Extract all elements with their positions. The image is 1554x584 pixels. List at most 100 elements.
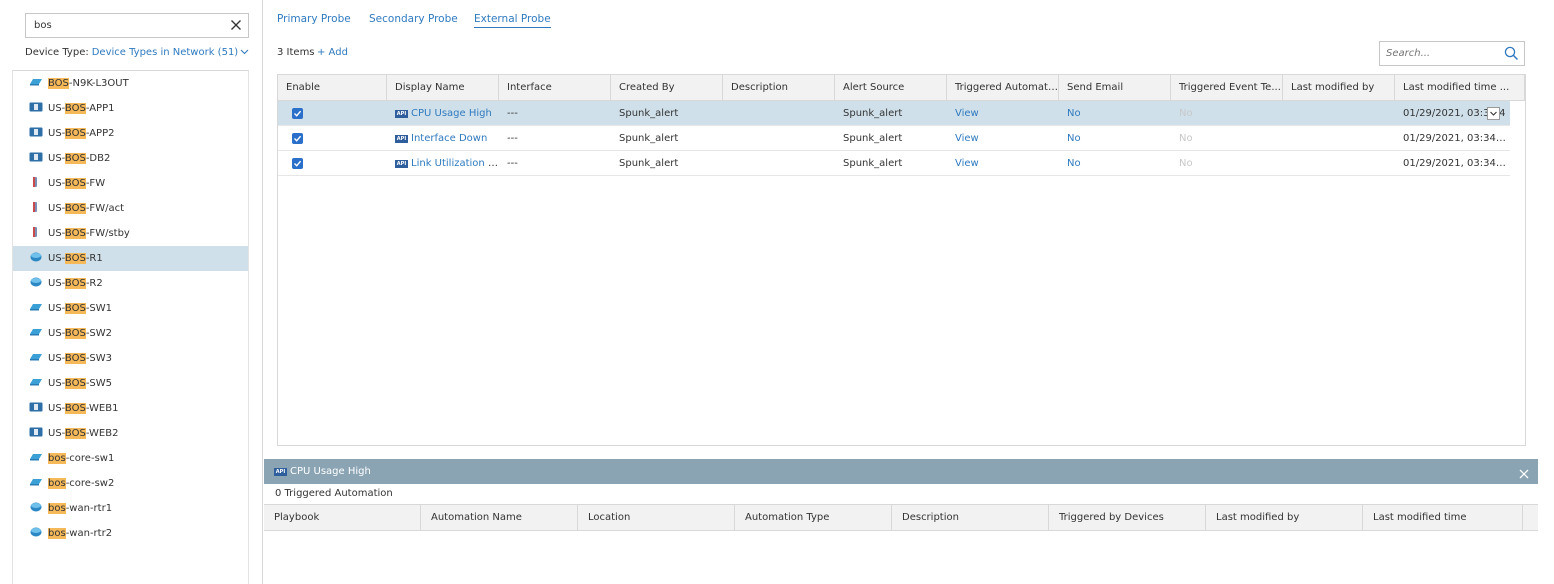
column-header[interactable]: Triggered Automati... <box>947 75 1059 101</box>
device-item[interactable]: US-BOS-SW3 <box>13 346 248 371</box>
router-icon <box>29 497 43 512</box>
automation-column-header[interactable]: Automation Type <box>735 505 892 531</box>
device-item[interactable]: US-BOS-APP2 <box>13 121 248 146</box>
interface-cell: --- <box>507 108 518 119</box>
column-header[interactable]: Last modified time ... <box>1395 75 1525 101</box>
api-badge: API <box>395 160 408 168</box>
send-email-cell[interactable]: No <box>1059 151 1171 176</box>
column-header[interactable]: Triggered Event Te... <box>1171 75 1283 101</box>
device-name-prefix: US- <box>48 378 65 389</box>
search-icon[interactable] <box>1504 46 1519 61</box>
automation-column-header[interactable]: Location <box>578 505 735 531</box>
tab-external-probe[interactable]: External Probe <box>474 13 551 28</box>
display-name-cell[interactable]: API Link Utilization H... <box>387 151 499 176</box>
device-type-dropdown[interactable]: Device Types in Network (51) <box>92 47 239 58</box>
device-name-suffix: -core-sw2 <box>65 478 115 489</box>
router-icon <box>29 272 43 287</box>
device-item[interactable]: US-BOS-FW <box>13 171 248 196</box>
device-search-input[interactable] <box>26 14 216 37</box>
device-item[interactable]: US-BOS-WEB2 <box>13 421 248 446</box>
device-item[interactable]: US-BOS-R1 <box>13 246 248 271</box>
tab-primary-probe[interactable]: Primary Probe <box>277 13 351 25</box>
device-item[interactable]: US-BOS-DB2 <box>13 146 248 171</box>
device-item[interactable]: US-BOS-FW/stby <box>13 221 248 246</box>
interface-cell: --- <box>507 158 518 169</box>
display-name-cell[interactable]: API Interface Down <box>387 126 499 151</box>
column-header[interactable]: Alert Source <box>835 75 947 101</box>
device-item[interactable]: bos-wan-rtr2 <box>13 521 248 546</box>
device-name-suffix: -DB2 <box>85 153 111 164</box>
device-item[interactable]: bos-wan-rtr1 <box>13 496 248 521</box>
device-panel: Device Type:Device Types in Network (51)… <box>0 0 263 584</box>
chevron-down-icon[interactable] <box>240 47 249 56</box>
device-name-prefix: US- <box>48 428 65 439</box>
close-icon[interactable] <box>228 17 244 33</box>
device-item[interactable]: US-BOS-SW2 <box>13 321 248 346</box>
table-row[interactable]: API CPU Usage High --- Spunk_alert Spunk_ale… <box>278 101 1510 126</box>
add-button[interactable]: + Add <box>317 47 348 58</box>
device-name-prefix: US- <box>48 203 65 214</box>
device-search-box <box>25 13 249 38</box>
device-item[interactable]: US-BOS-SW5 <box>13 371 248 396</box>
column-header[interactable]: Created By <box>611 75 723 101</box>
device-item[interactable]: bos-core-sw2 <box>13 471 248 496</box>
display-name-cell[interactable]: API CPU Usage High <box>387 101 499 126</box>
device-name-suffix: -WEB1 <box>85 403 119 414</box>
device-type-filter: Device Type: Device Types in Network (51) <box>25 47 249 58</box>
search-highlight: BOS <box>64 278 86 289</box>
enable-checkbox[interactable] <box>292 133 303 144</box>
device-name-suffix: -R2 <box>85 278 103 289</box>
device-item[interactable]: BOS-N9K-L3OUT <box>13 71 248 96</box>
view-automation-link[interactable]: View <box>947 151 1059 176</box>
switch-icon <box>29 372 43 386</box>
automation-column-header[interactable]: Automation Name <box>421 505 578 531</box>
tab-secondary-probe[interactable]: Secondary Probe <box>369 13 458 25</box>
device-name-suffix: -FW <box>85 178 106 189</box>
device-item[interactable]: US-BOS-R2 <box>13 271 248 296</box>
device-name-suffix: -SW2 <box>85 328 113 339</box>
column-header[interactable]: Enable <box>278 75 387 101</box>
device-item[interactable]: US-BOS-WEB1 <box>13 396 248 421</box>
triggered-automation-count: 0 Triggered Automation <box>275 488 393 499</box>
server-icon <box>29 97 43 112</box>
display-name-link[interactable]: CPU Usage High <box>411 108 492 119</box>
triggered-event-cell: No <box>1179 108 1193 119</box>
device-name-suffix: -APP1 <box>85 103 115 114</box>
server-icon <box>29 397 43 412</box>
device-item[interactable]: US-BOS-FW/act <box>13 196 248 221</box>
column-header[interactable]: Interface <box>499 75 611 101</box>
view-automation-link[interactable]: View <box>947 101 1059 126</box>
automation-column-header[interactable]: Description <box>892 505 1049 531</box>
enable-checkbox[interactable] <box>292 158 303 169</box>
automation-column-header[interactable]: Triggered by Devices <box>1049 505 1206 531</box>
column-header[interactable]: Display Name <box>387 75 499 101</box>
modified-by-cell <box>1283 101 1395 126</box>
table-row[interactable]: API Link Utilization H... --- Spunk_alert Sp… <box>278 151 1510 176</box>
automation-column-header[interactable]: Last modified time <box>1363 505 1523 531</box>
device-name-suffix: -WEB2 <box>85 428 119 439</box>
column-header[interactable]: Description <box>723 75 835 101</box>
send-email-cell[interactable]: No <box>1059 126 1171 151</box>
enable-checkbox[interactable] <box>292 108 303 119</box>
device-name-suffix: -core-sw1 <box>65 453 115 464</box>
column-header[interactable]: Last modified by <box>1283 75 1395 101</box>
server-icon <box>29 147 43 162</box>
chevron-down-icon[interactable] <box>1487 107 1500 120</box>
display-name-link[interactable]: Interface Down <box>411 133 487 144</box>
column-header[interactable]: Send Email <box>1059 75 1171 101</box>
device-name-suffix: -SW3 <box>85 353 113 364</box>
device-item[interactable]: US-BOS-SW1 <box>13 296 248 321</box>
automation-column-header[interactable]: Last modified by <box>1206 505 1363 531</box>
router-icon <box>29 247 43 262</box>
automation-column-header[interactable]: Playbook <box>264 505 421 531</box>
send-email-cell[interactable]: No <box>1059 101 1171 126</box>
device-item[interactable]: bos-core-sw1 <box>13 446 248 471</box>
table-search-input[interactable] <box>1380 42 1498 65</box>
view-automation-link[interactable]: View <box>947 126 1059 151</box>
close-icon[interactable] <box>1518 465 1530 479</box>
table-row[interactable]: API Interface Down --- Spunk_alert Spunk_ale… <box>278 126 1510 151</box>
display-name-link[interactable]: Link Utilization H... <box>411 158 499 169</box>
device-name-prefix: US- <box>48 278 65 289</box>
device-item[interactable]: US-BOS-APP1 <box>13 96 248 121</box>
detail-title: CPU Usage High <box>290 466 371 477</box>
